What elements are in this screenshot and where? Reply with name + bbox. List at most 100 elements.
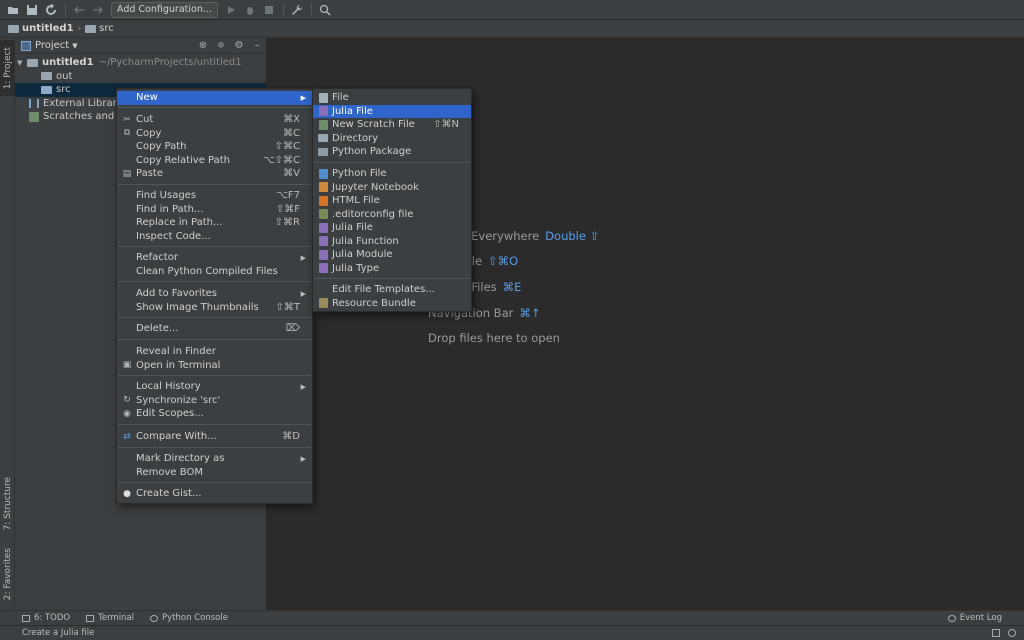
menu-item-replace-in-path[interactable]: Replace in Path... ⇧⌘R <box>117 216 312 230</box>
menu-item-label: Python File <box>332 168 387 180</box>
navigation-bar: untitled1 › src <box>0 20 1024 38</box>
menu-item-edit-scopes[interactable]: ◉ Edit Scopes... <box>117 407 312 421</box>
status-message: Create a Julia file <box>22 628 95 638</box>
submenu-arrow-icon: ▶ <box>300 289 306 298</box>
submenu-item-julia-module[interactable]: Julia Module <box>313 248 471 262</box>
menu-item-show-image-thumbnails[interactable]: Show Image Thumbnails ⇧⌘T <box>117 301 312 315</box>
menu-item-local-history[interactable]: Local History ▶ <box>117 380 312 394</box>
submenu-item-html-file[interactable]: HTML File <box>313 194 471 208</box>
breadcrumb-item-project[interactable]: untitled1 <box>8 23 74 34</box>
tab-structure[interactable]: 7: Structure <box>0 474 15 534</box>
panel-title[interactable]: Project <box>35 40 69 51</box>
resource-bundle-icon <box>317 297 329 309</box>
menu-item-paste[interactable]: ▤ Paste ⌘V <box>117 167 312 181</box>
tab-label: 1: Project <box>2 46 13 90</box>
menu-item-copy-path[interactable]: Copy Path ⇧⌘C <box>117 140 312 154</box>
forward-icon[interactable] <box>89 1 107 19</box>
save-icon[interactable] <box>23 1 41 19</box>
submenu-item-editorconfig[interactable]: .editorconfig file <box>313 208 471 222</box>
tree-item-root[interactable]: ▼ untitled1 ~/PycharmProjects/untitled1 <box>15 56 266 70</box>
gear-icon[interactable]: ⚙ <box>230 39 248 53</box>
submenu-item-file[interactable]: File <box>313 91 471 105</box>
menu-item-synchronize[interactable]: ↻ Synchronize 'src' <box>117 394 312 408</box>
tool-tab-event-log[interactable]: Event Log <box>947 613 1002 623</box>
submenu-item-julia-function[interactable]: Julia Function <box>313 235 471 249</box>
menu-separator <box>118 424 311 425</box>
add-configuration-button[interactable]: Add Configuration... <box>111 1 218 18</box>
todo-icon <box>22 614 30 622</box>
event-log-icon <box>947 614 956 622</box>
julia-file-icon <box>317 235 329 247</box>
submenu-item-python-file[interactable]: Python File <box>313 167 471 181</box>
file-icon <box>317 92 329 104</box>
open-folder-icon[interactable] <box>4 1 22 19</box>
menu-item-shortcut: ⌘C <box>283 127 300 139</box>
menu-item-add-to-favorites[interactable]: Add to Favorites ▶ <box>117 287 312 301</box>
menu-item-find-in-path[interactable]: Find in Path... ⇧⌘F <box>117 203 312 217</box>
tab-favorites[interactable]: 2: Favorites <box>0 542 15 606</box>
menu-item-label: Copy Path <box>136 141 187 153</box>
minimize-icon[interactable]: – <box>248 39 266 53</box>
menu-item-open-in-terminal[interactable]: ▣ Open in Terminal <box>117 359 312 373</box>
menu-item-label: Remove BOM <box>136 466 203 478</box>
hint-label: Drop files here to open <box>428 331 560 345</box>
submenu-item-julia-type[interactable]: Julia Type <box>313 262 471 276</box>
menu-item-shortcut: ⇧⌘F <box>275 203 300 215</box>
submenu-item-julia-file-2[interactable]: Julia File <box>313 221 471 235</box>
chevron-down-icon[interactable]: ▼ <box>72 42 77 50</box>
submenu-item-julia-file[interactable]: Julia File <box>313 104 471 118</box>
tree-item-out[interactable]: out <box>15 70 266 84</box>
debug-icon[interactable] <box>241 1 259 19</box>
menu-item-delete[interactable]: Delete... ⌦ <box>117 322 312 336</box>
menu-item-copy-relative-path[interactable]: Copy Relative Path ⌥⇧⌘C <box>117 154 312 168</box>
menu-item-label: Inspect Code... <box>136 230 211 242</box>
menu-item-reveal-in-finder[interactable]: Reveal in Finder <box>117 345 312 359</box>
menu-item-inspect-code[interactable]: Inspect Code... <box>117 230 312 244</box>
stop-icon[interactable] <box>260 1 278 19</box>
toolbar-divider <box>282 2 284 17</box>
locate-icon[interactable]: ⊕ <box>194 39 212 53</box>
tree-item-label: src <box>56 84 71 96</box>
menu-item-new[interactable]: New ▶ <box>117 91 312 105</box>
menu-item-create-gist[interactable]: ● Create Gist... <box>117 487 312 501</box>
submenu-item-resource-bundle[interactable]: Resource Bundle <box>313 297 471 311</box>
submenu-item-edit-file-templates[interactable]: Edit File Templates... <box>313 283 471 297</box>
submenu-item-python-package[interactable]: Python Package <box>313 145 471 159</box>
menu-item-find-usages[interactable]: Find Usages ⌥F7 <box>117 189 312 203</box>
menu-item-cut[interactable]: ✂ Cut ⌘X <box>117 113 312 127</box>
breadcrumb-item-src[interactable]: src <box>85 23 114 34</box>
menu-separator <box>118 375 311 376</box>
python-file-icon <box>317 168 329 180</box>
submenu-item-jupyter-notebook[interactable]: Jupyter Notebook <box>313 181 471 195</box>
tool-tab-todo[interactable]: 6: TODO <box>22 613 70 623</box>
tab-project[interactable]: 1: Project <box>0 40 15 96</box>
sync-icon[interactable] <box>42 1 60 19</box>
library-icon <box>29 98 39 108</box>
menu-item-compare-with[interactable]: ⇄ Compare With... ⌘D <box>117 430 312 444</box>
menu-item-label: Jupyter Notebook <box>332 181 419 193</box>
tree-item-label: out <box>56 70 73 82</box>
menu-item-copy[interactable]: ⧉ Copy ⌘C <box>117 127 312 141</box>
menu-item-refactor[interactable]: Refactor ▶ <box>117 251 312 265</box>
tree-item-path: ~/PycharmProjects/untitled1 <box>98 57 242 69</box>
menu-item-label: Replace in Path... <box>136 217 223 229</box>
run-icon[interactable] <box>222 1 240 19</box>
julia-file-icon <box>317 105 329 117</box>
menu-item-mark-directory-as[interactable]: Mark Directory as ▶ <box>117 452 312 466</box>
submenu-item-new-scratch-file[interactable]: New Scratch File ⇧⌘N <box>313 118 471 132</box>
inspector-icon[interactable] <box>1008 629 1016 637</box>
scissors-icon: ✂ <box>123 114 131 125</box>
search-icon[interactable] <box>316 1 334 19</box>
expand-arrow-icon[interactable]: ▼ <box>17 59 25 67</box>
menu-item-label: HTML File <box>332 195 380 207</box>
wrench-icon[interactable] <box>288 1 306 19</box>
project-panel-header: Project ▼ ⊕ ≑ ⚙ – <box>15 38 266 54</box>
tool-tab-python-console[interactable]: Python Console <box>150 613 228 623</box>
collapse-icon[interactable]: ≑ <box>212 39 230 53</box>
submenu-item-directory[interactable]: Directory <box>313 132 471 146</box>
menu-item-remove-bom[interactable]: Remove BOM <box>117 466 312 480</box>
tool-tab-terminal[interactable]: Terminal <box>86 613 134 623</box>
menu-item-clean-python-compiled[interactable]: Clean Python Compiled Files <box>117 265 312 279</box>
lock-icon[interactable] <box>992 629 1000 637</box>
back-icon[interactable] <box>70 1 88 19</box>
